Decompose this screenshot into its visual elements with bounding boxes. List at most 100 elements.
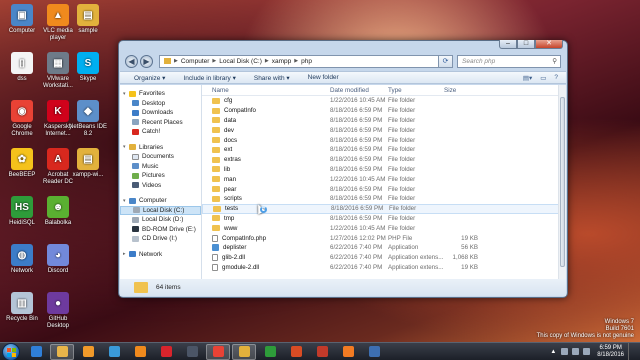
breadcrumb-xampp[interactable]: xampp <box>272 58 292 65</box>
close-button[interactable]: ✕ <box>535 40 563 49</box>
taskbar-app-button[interactable] <box>362 344 386 360</box>
show-desktop-button[interactable] <box>628 342 634 360</box>
nav-pictures[interactable]: Pictures <box>120 171 201 181</box>
desktop-icon-google-chrome[interactable]: ◉ Google Chrome <box>2 100 42 138</box>
file-row[interactable]: man 1/22/2016 10:45 AM File folder <box>202 174 566 184</box>
column-type[interactable]: Type <box>388 87 444 94</box>
file-row[interactable]: ext 8/18/2016 6:59 PM File folder <box>202 145 566 155</box>
preview-pane-icon[interactable]: ▭ <box>540 74 546 82</box>
file-row[interactable]: dev 8/18/2016 6:59 PM File folder <box>202 125 566 135</box>
taskbar-explorer-button[interactable] <box>50 343 74 360</box>
share-with-button[interactable]: Share with ▾ <box>254 74 290 82</box>
desktop-icon-discord[interactable]: ◕ Discord <box>38 244 78 275</box>
file-row[interactable]: scripts 8/18/2016 6:59 PM File folder <box>202 194 566 204</box>
taskbar-app-c2-button[interactable] <box>310 344 334 360</box>
forward-button[interactable]: ▶ <box>140 54 153 68</box>
desktop-icon-sample[interactable]: ▤ sample <box>68 4 108 35</box>
taskbar-fox-button[interactable] <box>180 344 204 360</box>
file-row[interactable]: pear 8/18/2016 6:59 PM File folder <box>202 184 566 194</box>
nav-bd-rom[interactable]: BD-ROM Drive (E:) <box>120 225 201 235</box>
desktop-icon-xampp-wi[interactable]: ▤ xampp-wi... <box>68 148 108 179</box>
nav-label: Pictures <box>142 172 165 180</box>
nav-desktop[interactable]: Desktop <box>120 99 201 109</box>
nav-cd-drive[interactable]: CD Drive (I:) <box>120 234 201 244</box>
taskbar-opera-button[interactable] <box>154 344 178 360</box>
taskbar-screen-button[interactable] <box>102 344 126 360</box>
address-bar[interactable]: ▶ Computer ▶ Local Disk (C:) ▶ xampp ▶ p… <box>159 54 439 68</box>
file-row[interactable]: tmp 8/18/2016 6:59 PM File folder <box>202 214 566 224</box>
nav-local-disk-c[interactable]: Local Disk (C:) <box>120 205 201 215</box>
nav-recent-places[interactable]: Recent Places <box>120 118 201 128</box>
column-date-modified[interactable]: Date modified <box>330 87 388 94</box>
nav-computer[interactable]: ▾ Computer <box>120 196 201 206</box>
file-row[interactable]: glib-2.dll 6/22/2016 7:40 PM Application e… <box>202 253 566 263</box>
desktop-icon-balabolka[interactable]: ☻ Balabolka <box>38 196 78 227</box>
file-row[interactable]: lib 8/18/2016 6:59 PM File folder <box>202 165 566 175</box>
vertical-scrollbar[interactable] <box>558 85 566 279</box>
taskbar-xampp-button[interactable] <box>336 344 360 360</box>
nav-downloads[interactable]: Downloads <box>120 108 201 118</box>
network-tray-icon[interactable] <box>572 348 580 355</box>
file-row[interactable]: extras 8/18/2016 6:59 PM File folder <box>202 155 566 165</box>
file-name: tests <box>213 205 331 212</box>
desktop-icon <box>132 100 139 107</box>
taskbar-ie-button[interactable] <box>24 344 48 360</box>
taskbar-media-button[interactable] <box>76 344 100 360</box>
file-row[interactable]: CompatInfo 8/18/2016 6:59 PM File folder <box>202 106 566 116</box>
file-row[interactable]: CompatInfo.php 1/27/2016 12:02 PM PHP File… <box>202 233 566 243</box>
taskbar-camtasia-button[interactable] <box>258 344 282 360</box>
file-row[interactable]: data 8/18/2016 6:59 PM File folder <box>202 116 566 126</box>
start-button[interactable] <box>2 342 20 360</box>
nav-documents[interactable]: Documents <box>120 152 201 162</box>
taskbar-app-c-button[interactable] <box>284 344 308 360</box>
taskbar-folder-button[interactable] <box>232 343 256 360</box>
desktop-icon-computer[interactable]: ▣ Computer <box>2 4 42 35</box>
include-in-library-button[interactable]: Include in library ▾ <box>183 74 235 82</box>
nav-catch[interactable]: Catch! <box>120 127 201 137</box>
desktop-icon-beebeep[interactable]: ✿ BeeBEEP <box>2 148 42 179</box>
desktop-icon-heidisql[interactable]: HS HeidiSQL <box>2 196 42 227</box>
new-folder-button[interactable]: New folder <box>308 74 339 81</box>
nav-libraries[interactable]: ▾ Libraries <box>120 143 201 153</box>
scroll-thumb[interactable] <box>560 97 565 267</box>
file-row[interactable]: cfg 1/22/2016 10:45 AM File folder <box>202 96 566 106</box>
taskbar-chrome-button[interactable] <box>206 343 230 360</box>
volume-icon[interactable] <box>583 348 591 355</box>
nav-network[interactable]: ▸ Network <box>120 250 201 260</box>
breadcrumb-php[interactable]: php <box>301 58 312 65</box>
desktop-icon-netbeans-ide-8-2[interactable]: ◆ NetBeans IDE 8.2 <box>68 100 108 138</box>
desktop-icon-network[interactable]: ◍ Network <box>2 244 42 275</box>
organize-button[interactable]: Organize ▾ <box>134 74 165 82</box>
help-icon[interactable]: ? <box>554 74 558 82</box>
folder-icon <box>212 156 220 163</box>
nav-videos[interactable]: Videos <box>120 181 201 191</box>
maximize-button[interactable]: □ <box>517 40 535 49</box>
view-options-icon[interactable]: ▤▾ <box>523 74 532 82</box>
column-size[interactable]: Size <box>444 87 484 94</box>
flag-icon[interactable] <box>561 348 569 355</box>
clock[interactable]: 6:59 PM 8/18/2016 <box>597 345 624 359</box>
search-input[interactable]: Search php ⚲ <box>457 54 561 68</box>
file-row[interactable]: docs 8/18/2016 6:59 PM File folder <box>202 135 566 145</box>
file-row[interactable]: deplister 6/22/2016 7:40 PM Application 56 … <box>202 243 566 253</box>
refresh-icon[interactable]: ⟳ <box>439 54 453 68</box>
file-row[interactable]: www 1/22/2016 10:45 AM File folder <box>202 223 566 233</box>
taskbar-vlc-button[interactable] <box>128 344 152 360</box>
file-type: File folder <box>388 175 416 183</box>
desktop-icon-recycle-bin[interactable]: ▥ Recycle Bin <box>2 292 42 323</box>
nav-music[interactable]: Music <box>120 162 201 172</box>
music-icon <box>132 163 139 170</box>
file-row[interactable]: gmodule-2.dll 6/22/2016 7:40 PM Applicatio… <box>202 263 566 273</box>
desktop-icon-github-desktop[interactable]: ● GitHub Desktop <box>38 292 78 330</box>
file-name: tmp <box>212 215 330 222</box>
nav-local-disk-d[interactable]: Local Disk (D:) <box>120 215 201 225</box>
desktop-icon-skype[interactable]: S Skype <box>68 52 108 83</box>
desktop-icon-dss[interactable]: ▯ dss <box>2 52 42 83</box>
back-button[interactable]: ◀ <box>125 54 138 68</box>
breadcrumb-local-disk[interactable]: Local Disk (C:) <box>219 58 262 65</box>
column-name[interactable]: Name <box>212 87 330 94</box>
breadcrumb-computer[interactable]: Computer <box>181 58 210 65</box>
minimize-button[interactable]: – <box>499 40 517 49</box>
show-hidden-icons-icon[interactable]: ▲ <box>550 349 556 355</box>
nav-favorites[interactable]: ▾ Favorites <box>120 89 201 99</box>
